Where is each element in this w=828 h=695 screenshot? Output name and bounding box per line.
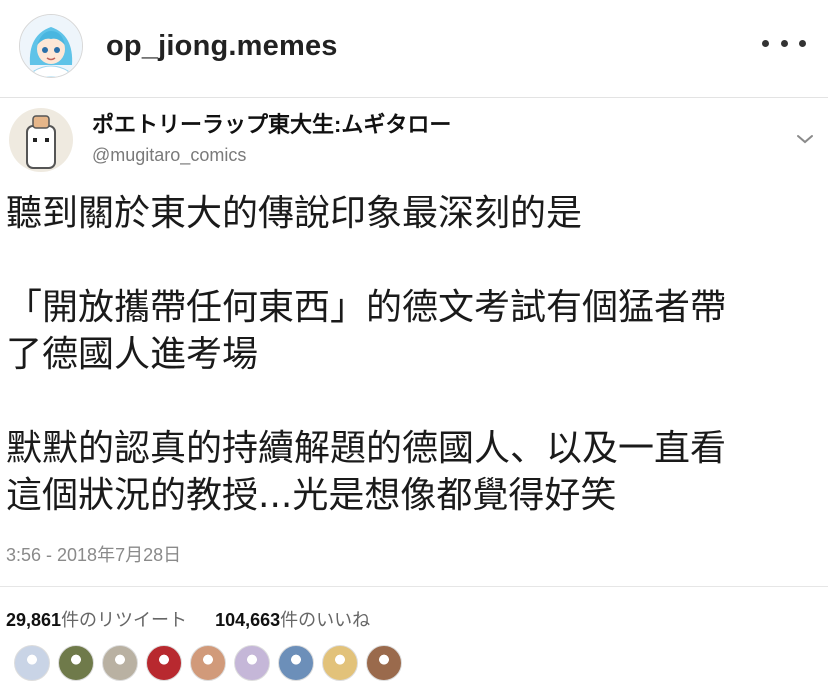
- robot-avatar-icon: [9, 108, 73, 172]
- liker-avatar[interactable]: [234, 645, 270, 681]
- like-count: 104,663: [215, 610, 281, 630]
- tweet-text-line: 聽到關於東大的傳說印象最深刻的是: [6, 193, 583, 234]
- chevron-down-icon[interactable]: [793, 127, 817, 151]
- like-stat[interactable]: 104,663件のいいね: [215, 610, 370, 630]
- anime-avatar-icon: [20, 15, 82, 77]
- tweet-text-line: 默默的認真的持續解題的德國人、以及一直看: [6, 428, 727, 469]
- tweet-text-line: 這個狀況的教授...光是想像都覺得好笑: [6, 475, 617, 516]
- tweet-text-line: 「開放攜帶任何東西」的德文考試有個猛者帶: [6, 287, 727, 328]
- tweet-handle[interactable]: @mugitaro_comics: [92, 145, 246, 166]
- retweet-label: 件のリツイート: [61, 610, 188, 630]
- instagram-username[interactable]: op_jiong.memes: [106, 30, 338, 63]
- tweet-author-avatar[interactable]: [9, 108, 73, 172]
- liker-avatar[interactable]: [278, 645, 314, 681]
- liker-avatar[interactable]: [322, 645, 358, 681]
- tweet-display-name[interactable]: ポエトリーラップ東大生:ムギタロー: [92, 107, 451, 139]
- tweet-text-line: 了德國人進考場: [6, 334, 259, 375]
- like-label: 件のいいね: [280, 610, 371, 630]
- liker-avatar[interactable]: [366, 645, 402, 681]
- liker-avatar[interactable]: [102, 645, 138, 681]
- more-dot: [799, 39, 806, 47]
- tweet-text: 聽到關於東大的傳說印象最深刻的是 「開放攜帶任何東西」的德文考試有個猛者帶 了德…: [6, 190, 824, 519]
- divider: [0, 586, 828, 587]
- liker-avatars: [14, 645, 402, 689]
- tweet-timestamp[interactable]: 3:56 - 2018年7月28日: [6, 541, 181, 567]
- liker-avatar[interactable]: [190, 645, 226, 681]
- liker-avatar[interactable]: [58, 645, 94, 681]
- more-dot: [762, 39, 769, 47]
- more-options-icon[interactable]: [762, 28, 806, 58]
- retweet-stat[interactable]: 29,861件のリツイート: [6, 610, 187, 630]
- tweet-stats: 29,861件のリツイート 104,663件のいいね: [6, 606, 370, 632]
- retweet-count: 29,861: [6, 610, 62, 630]
- liker-avatar[interactable]: [14, 645, 50, 681]
- more-dot: [780, 39, 788, 47]
- instagram-post-header: op_jiong.memes: [0, 0, 828, 98]
- instagram-avatar[interactable]: [19, 14, 83, 78]
- liker-avatar[interactable]: [146, 645, 182, 681]
